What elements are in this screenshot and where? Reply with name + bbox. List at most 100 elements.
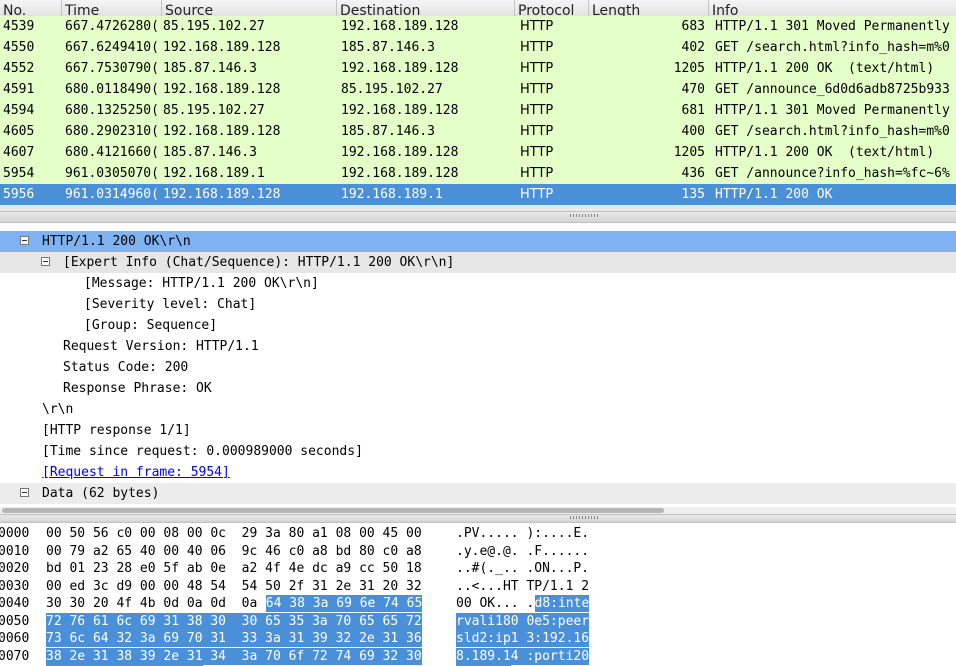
byte-offset: 0000 (0, 526, 30, 541)
cell-info: HTTP/1.1 301 Moved Permanently (715, 19, 950, 34)
tree-node-label: [Expert Info (Chat/Sequence): HTTP/1.1 2… (63, 255, 455, 270)
cell-destination: 192.168.189.128 (341, 61, 459, 76)
cell-source: 192.168.189.128 (163, 82, 281, 97)
hex-bytes-highlighted: 72 76 61 6c 69 31 38 30 30 65 35 3a 70 6… (46, 612, 422, 630)
cell-source: 185.87.146.3 (163, 145, 257, 160)
packet-details-tree[interactable]: HTTP/1.1 200 OK\r\n [Expert Info (Chat/S… (0, 227, 956, 509)
packet-row[interactable]: 4552 667.7530790(185.87.146.3 192.168.189.… (0, 58, 956, 79)
cell-length: 1205 (673, 145, 705, 160)
tree-node-crlf[interactable]: \r\n (0, 399, 956, 420)
cell-protocol: HTTP (520, 124, 554, 139)
cell-time: 667.4726280( (65, 19, 159, 34)
tree-node-data[interactable]: Data (62 bytes) (0, 483, 956, 504)
packet-row[interactable]: 4605 680.2902310(192.168.189.128 185.87.14… (0, 121, 956, 142)
cell-no: 4552 (3, 61, 35, 76)
tree-node-expert-info[interactable]: [Expert Info (Chat/Sequence): HTTP/1.1 2… (0, 252, 956, 273)
cell-destination: 192.168.189.128 (341, 145, 459, 160)
cell-source: 192.168.189.128 (163, 187, 281, 202)
tree-node-label: Data (62 bytes) (42, 486, 160, 501)
tree-node-label: [Severity level: Chat] (84, 297, 257, 312)
tree-node-label: [Time since request: 0.000989000 seconds… (42, 444, 363, 459)
collapse-icon[interactable] (20, 488, 29, 497)
collapse-icon[interactable] (20, 236, 29, 245)
tree-node-time-since-request[interactable]: [Time since request: 0.000989000 seconds… (0, 441, 956, 462)
tree-node-http-response[interactable]: [HTTP response 1/1] (0, 420, 956, 441)
scrollbar-thumb[interactable] (2, 508, 664, 513)
cell-length: 681 (681, 103, 705, 118)
packet-bytes-pane[interactable]: 0000 00 50 56 c0 00 08 00 0c 29 3a 80 a1 … (0, 523, 956, 666)
packet-row-selected[interactable]: 5956 961.0314960(192.168.189.128 192.168.1… (0, 184, 956, 205)
hex-bytes: 00 79 a2 65 40 00 40 06 9c 46 c0 a8 bd 8… (46, 543, 422, 559)
tree-node-http-status[interactable]: HTTP/1.1 200 OK\r\n (0, 231, 956, 252)
cell-length: 683 (681, 19, 705, 34)
cell-length: 402 (681, 40, 705, 55)
ascii-bytes: ..<...HT TP/1.1 2 (456, 578, 590, 594)
tree-node-message[interactable]: [Message: HTTP/1.1 200 OK\r\n] (0, 273, 956, 294)
packet-list[interactable]: No. Time Source Destination Protocol Len… (0, 0, 956, 206)
cell-length: 470 (681, 82, 705, 97)
tree-node-label: \r\n (42, 402, 74, 417)
cell-length: 436 (681, 166, 705, 181)
byte-offset: 0040 (0, 596, 30, 611)
cell-time: 680.0118490( (65, 82, 159, 97)
collapse-icon[interactable] (41, 257, 50, 266)
tree-node-label: [HTTP response 1/1] (42, 423, 191, 438)
details-horizontal-scrollbar[interactable] (0, 507, 956, 514)
tree-node-label: Response Phrase: OK (63, 381, 212, 396)
cell-no: 5956 (3, 187, 35, 202)
tree-node-severity[interactable]: [Severity level: Chat] (0, 294, 956, 315)
tree-node-status-code[interactable]: Status Code: 200 (0, 357, 956, 378)
packet-row[interactable]: 4594 680.1325250( 85.195.102.27 192.168.189… (0, 100, 956, 121)
packet-row[interactable]: 4539 667.4726280(85.195.102.27 192.168.189… (0, 16, 956, 37)
cell-time: 667.6249410( (65, 40, 159, 55)
packet-row[interactable]: 5954 961.0305070(192.168.189.1 192.168.189… (0, 163, 956, 184)
cell-no: 4594 (3, 103, 35, 118)
cell-info: HTTP/1.1 200 OK (715, 187, 833, 202)
hex-bytes-highlighted: 64 38 3a 69 6e 74 65 (265, 595, 423, 612)
cell-info: GET /search.html?info_hash=m%0 (715, 124, 950, 139)
cell-protocol: HTTP (520, 187, 554, 202)
cell-time: 680.2902310( (65, 124, 159, 139)
hex-bytes: bd 01 23 28 e0 5f ab 0e a2 4f 4e dc a9 c… (46, 561, 422, 576)
cell-protocol: HTTP (520, 103, 554, 118)
cell-protocol: HTTP (520, 145, 554, 160)
byte-offset: 0070 (0, 648, 30, 664)
tree-node-group[interactable]: [Group: Sequence] (0, 315, 956, 336)
packet-row[interactable]: 4591 680.0118490(192.168.189.128 85.195.10… (0, 79, 956, 100)
cell-source: 192.168.189.128 (163, 40, 281, 55)
cell-source: 85.195.102.27 (163, 103, 265, 118)
ascii-bytes-highlighted: d8:inte (534, 595, 590, 612)
byte-offset: 0060 (0, 631, 30, 646)
hex-bytes: 00 50 56 c0 00 08 00 0c 29 3a 80 a1 08 0… (46, 526, 422, 541)
cell-destination: 185.87.146.3 (341, 40, 435, 55)
tree-node-label: HTTP/1.1 200 OK\r\n (42, 234, 191, 249)
tree-node-label: [Message: HTTP/1.1 200 OK\r\n] (84, 276, 319, 291)
tree-node-label: Status Code: 200 (63, 360, 189, 375)
cell-destination: 192.168.189.128 (341, 103, 459, 118)
tree-node-response-phrase[interactable]: Response Phrase: OK (0, 378, 956, 399)
cell-protocol: HTTP (520, 61, 554, 76)
cell-time: 680.1325250( (65, 103, 159, 118)
ascii-bytes: ..#(._.. .ON...P. (456, 561, 590, 576)
ascii-bytes-highlighted: sld2:ip1 3:192.16 (456, 630, 590, 647)
pane-splitter-top[interactable] (0, 211, 956, 223)
cell-destination: 192.168.189.1 (341, 187, 443, 202)
byte-offset: 0010 (0, 543, 30, 559)
pane-splitter-bottom[interactable] (0, 514, 956, 523)
hex-bytes: 30 30 20 4f 4b 0d 0a 0d 0a (46, 596, 266, 611)
grip-icon (570, 516, 600, 519)
tree-node-request-version[interactable]: Request Version: HTTP/1.1 (0, 336, 956, 357)
byte-offset: 0050 (0, 613, 30, 629)
packet-row[interactable]: 4550 667.6249410(192.168.189.128 185.87.14… (0, 37, 956, 58)
tree-node-request-in-frame[interactable]: [Request in frame: 5954] (0, 462, 956, 483)
cell-time: 667.7530790( (65, 61, 159, 76)
packet-row[interactable]: 4607 680.4121660( 185.87.146.3 192.168.189.… (0, 142, 956, 163)
ascii-bytes-highlighted: rvali180 0e5:peer (456, 612, 590, 630)
cell-protocol: HTTP (520, 82, 554, 97)
cell-destination: 192.168.189.128 (341, 166, 459, 181)
request-in-frame-link[interactable]: [Request in frame: 5954] (42, 462, 230, 483)
cell-no: 5954 (3, 166, 35, 181)
cell-time: 680.4121660( (65, 145, 159, 160)
byte-offset: 0030 (0, 578, 30, 594)
cell-no: 4607 (3, 145, 35, 160)
